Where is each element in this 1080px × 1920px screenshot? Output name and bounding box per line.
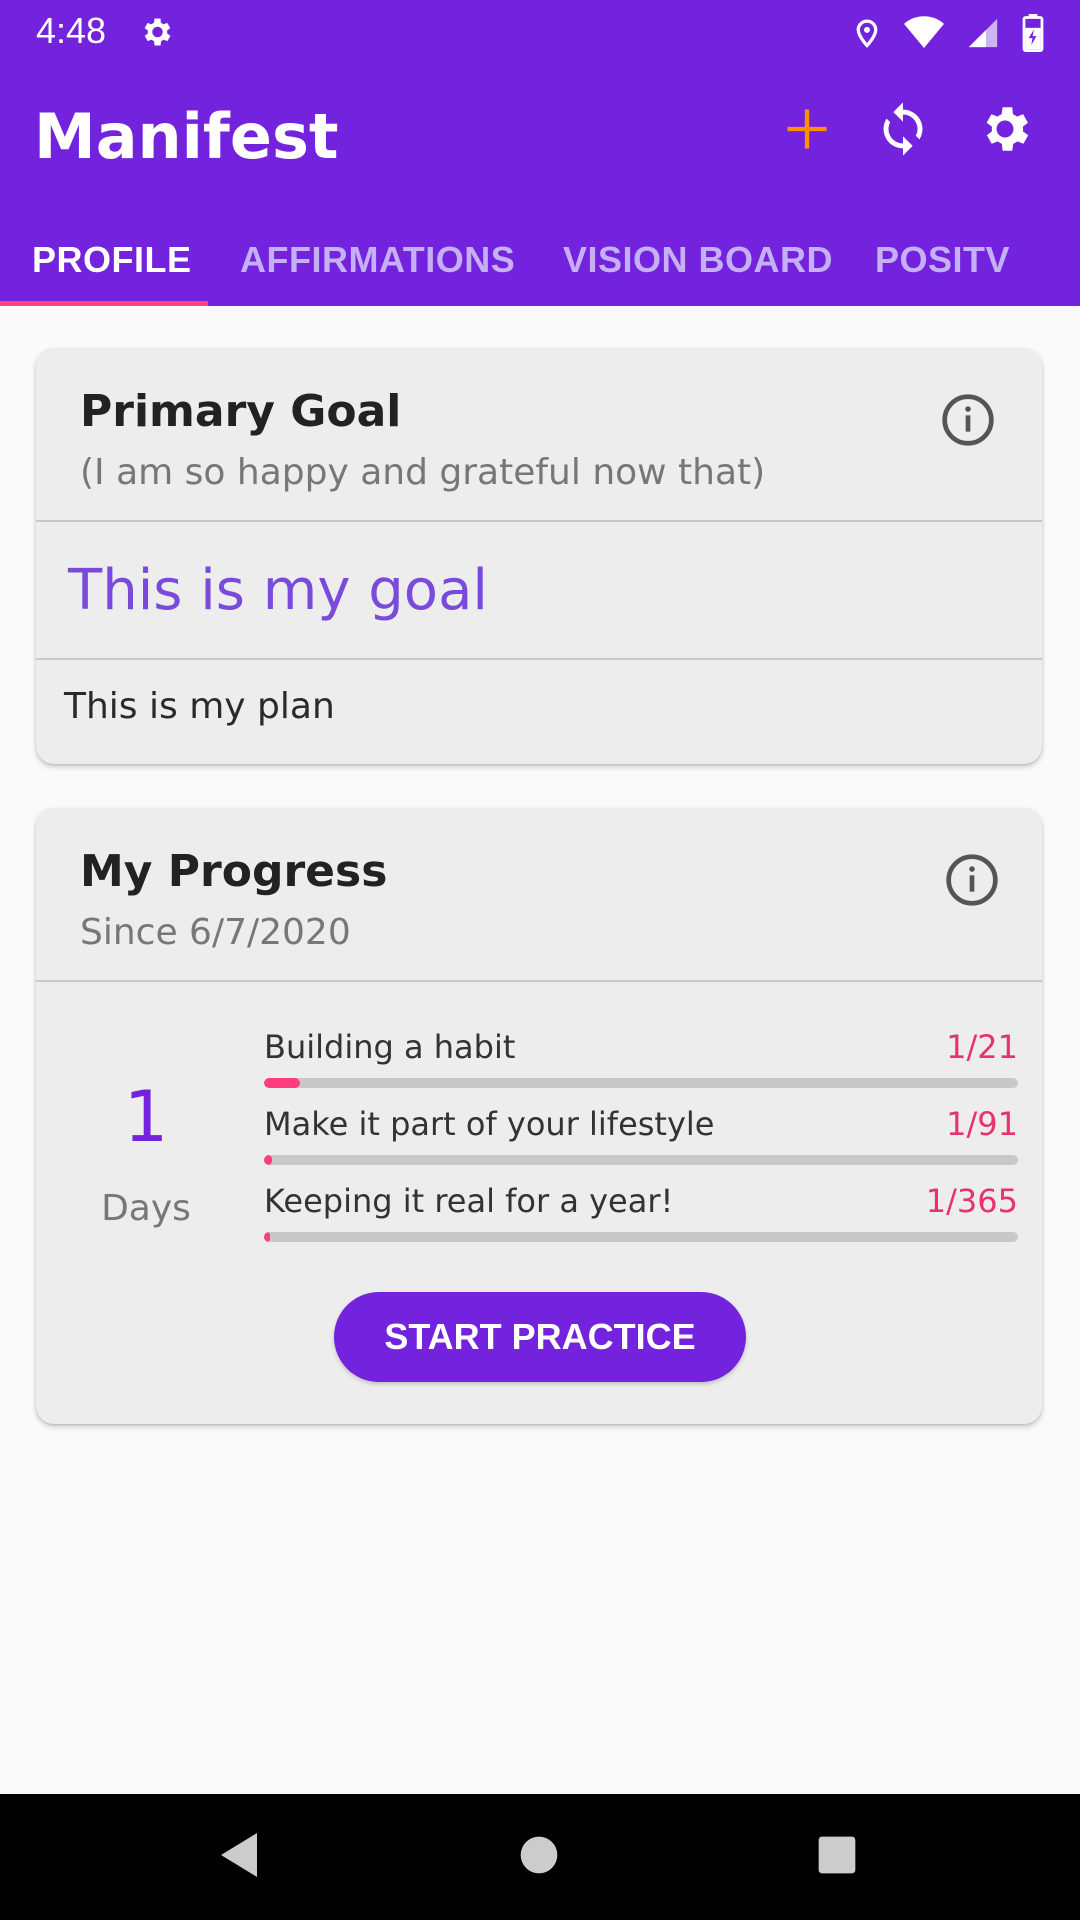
divider: [36, 520, 1042, 522]
progress-info-icon[interactable]: [944, 852, 1000, 908]
progress-label: Keeping it real for a year!: [264, 1182, 674, 1220]
tab-profile[interactable]: PROFILE: [32, 214, 192, 306]
tab-positv[interactable]: POSITV: [875, 214, 1010, 306]
status-time: 4:48: [36, 10, 107, 51]
progress-fill: [264, 1078, 300, 1088]
sync-button[interactable]: [868, 96, 938, 166]
days-count: 1: [123, 1076, 169, 1158]
add-button[interactable]: [772, 96, 842, 166]
sync-icon: [874, 100, 932, 163]
goal-text[interactable]: This is my goal: [68, 558, 488, 623]
progress-label: Building a habit: [264, 1028, 516, 1066]
divider: [36, 658, 1042, 660]
plan-text[interactable]: This is my plan: [64, 686, 335, 727]
progress-card: My Progress Since 6/7/2020 1 Days Buildi…: [36, 808, 1042, 1424]
tab-vision-board[interactable]: VISION BOARD: [563, 214, 833, 306]
progress-bar: [264, 1232, 1018, 1242]
back-button[interactable]: [208, 1826, 270, 1888]
progress-fill: [264, 1155, 273, 1165]
recents-button[interactable]: [806, 1826, 868, 1888]
divider: [36, 980, 1042, 982]
progress-label: Make it part of your lifestyle: [264, 1105, 715, 1143]
progress-bar: [264, 1155, 1018, 1165]
recents-icon: [817, 1835, 857, 1880]
progress-bar: [264, 1078, 1018, 1088]
status-bar: 4:48: [0, 0, 1080, 64]
tab-bar: PROFILE AFFIRMATIONS VISION BOARD POSITV: [0, 214, 1080, 306]
primary-goal-title: Primary Goal: [80, 386, 402, 437]
location-icon: [852, 15, 882, 56]
start-practice-button[interactable]: START PRACTICE: [334, 1292, 746, 1382]
wifi-icon: [904, 16, 944, 55]
progress-count: 1/365: [925, 1182, 1018, 1220]
progress-title: My Progress: [80, 846, 388, 897]
days-label: Days: [101, 1188, 191, 1229]
home-icon: [519, 1835, 559, 1880]
app-bar: Manifest PROFILE AFFIRMATIONS VISION BOA…: [0, 64, 1080, 306]
settings-button[interactable]: [970, 96, 1040, 166]
add-icon: [781, 103, 833, 160]
settings-icon: [976, 100, 1034, 163]
progress-count: 1/21: [946, 1028, 1018, 1066]
primary-goal-card: Primary Goal (I am so happy and grateful…: [36, 348, 1042, 764]
tab-indicator: [0, 301, 208, 306]
signal-icon: [966, 16, 1000, 55]
progress-fill: [264, 1232, 271, 1242]
back-icon: [217, 1831, 261, 1884]
battery-charging-icon: [1022, 14, 1044, 57]
navigation-bar: [0, 1794, 1080, 1920]
home-button[interactable]: [508, 1826, 570, 1888]
primary-goal-info-icon[interactable]: [940, 392, 996, 448]
app-title: Manifest: [34, 100, 339, 173]
tab-affirmations[interactable]: AFFIRMATIONS: [240, 214, 515, 306]
progress-count: 1/91: [946, 1105, 1018, 1143]
primary-goal-subtitle: (I am so happy and grateful now that): [80, 452, 766, 493]
gear-icon: [138, 14, 174, 55]
progress-subtitle: Since 6/7/2020: [80, 912, 351, 953]
